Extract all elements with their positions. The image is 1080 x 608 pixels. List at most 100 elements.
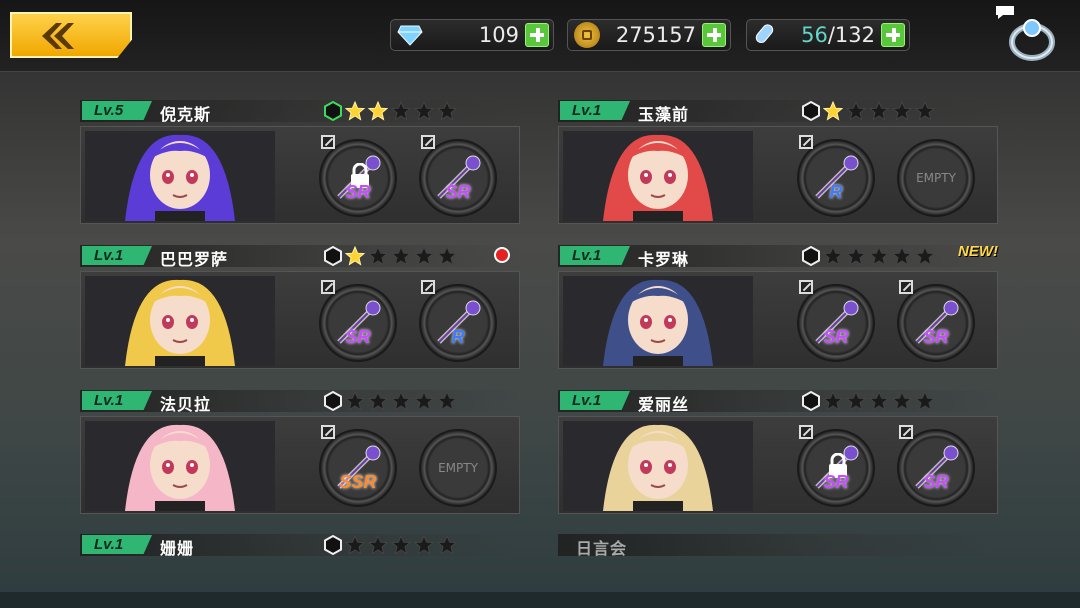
equipment-slot[interactable]: R — [419, 280, 497, 362]
star-icon — [391, 101, 411, 121]
hexagon-icon — [324, 535, 342, 555]
character-card[interactable]: Lv.1 玉藻前 R EMPTY — [558, 100, 998, 224]
star-icon — [345, 535, 365, 555]
level-badge: Lv.5 — [82, 101, 152, 120]
hexagon-icon — [324, 101, 342, 121]
character-card[interactable]: Lv.1 姗姗 — [80, 534, 520, 556]
rarity-label: SR — [923, 327, 949, 347]
star-icon — [437, 535, 457, 555]
star-icon — [414, 391, 434, 411]
character-portrait[interactable] — [85, 276, 275, 366]
character-portrait[interactable] — [563, 131, 753, 221]
notification-dot — [494, 247, 510, 263]
rarity-label: SR — [445, 182, 471, 202]
hexagon-icon — [802, 391, 820, 411]
card-header: Lv.1 巴巴罗萨 — [80, 245, 520, 269]
card-body: SR SR — [558, 271, 998, 369]
empty-label: EMPTY — [916, 171, 956, 185]
card-header: Lv.1 卡罗琳 — [558, 245, 998, 269]
ring-button[interactable] — [996, 6, 1060, 64]
star-icon — [368, 535, 388, 555]
level-badge: Lv.1 — [560, 101, 630, 120]
star-icon — [391, 246, 411, 266]
equipment-slot[interactable]: SR — [419, 135, 497, 217]
character-portrait[interactable] — [563, 276, 753, 366]
character-card[interactable]: Lv.1 卡罗琳 NEW! SR SR — [558, 243, 998, 369]
star-icon — [823, 246, 843, 266]
back-arrow-icon — [42, 23, 74, 49]
level-badge: Lv.1 — [82, 391, 152, 410]
star-icon — [437, 391, 457, 411]
rarity-label: SR — [345, 182, 371, 202]
weapon-icon — [915, 300, 959, 344]
character-card[interactable]: Lv.1 爱丽丝 SR SR — [558, 390, 998, 514]
equipment-slot[interactable]: SR — [897, 425, 975, 507]
star-icon — [915, 246, 935, 266]
gem-value: 109 — [478, 23, 519, 47]
star-rating — [324, 245, 457, 267]
character-card[interactable]: Lv.1 巴巴罗萨 SR R — [80, 245, 520, 369]
rarity-label: R — [451, 327, 465, 347]
gem-icon — [397, 22, 423, 48]
add-energy-button[interactable] — [881, 23, 905, 47]
star-icon — [414, 535, 434, 555]
star-icon — [437, 101, 457, 121]
equipment-slot[interactable]: SR — [319, 280, 397, 362]
weapon-icon — [815, 300, 859, 344]
character-name: 卡罗琳 — [638, 250, 690, 269]
energy-counter: 56/132 — [746, 19, 910, 51]
equipment-slot[interactable]: SR — [797, 425, 875, 507]
add-gems-button[interactable] — [525, 23, 549, 47]
star-icon — [892, 391, 912, 411]
star-icon — [846, 391, 866, 411]
star-icon — [437, 246, 457, 266]
empty-equipment-slot[interactable]: EMPTY — [419, 429, 497, 507]
energy-value: 56/132 — [801, 23, 875, 47]
star-icon — [368, 246, 388, 266]
character-name: 巴巴罗萨 — [160, 250, 229, 269]
character-card[interactable]: 日言会 — [558, 534, 998, 556]
star-icon — [915, 101, 935, 121]
character-list: Lv.5 倪克斯 SR SR Lv.1 玉藻前 R EMPTY Lv.1 巴巴罗… — [0, 72, 1080, 592]
character-name: 日言会 — [576, 539, 628, 556]
card-header: Lv.1 法贝拉 — [80, 390, 520, 414]
card-header: Lv.1 姗姗 — [80, 534, 520, 556]
character-name: 爱丽丝 — [638, 395, 690, 414]
character-portrait[interactable] — [85, 421, 275, 511]
star-icon — [869, 101, 889, 121]
energy-capsule-icon — [753, 22, 779, 48]
star-icon — [823, 101, 843, 121]
level-badge: Lv.1 — [82, 535, 152, 554]
weapon-icon — [915, 445, 959, 489]
character-portrait[interactable] — [85, 131, 275, 221]
card-header: Lv.1 爱丽丝 — [558, 390, 998, 414]
rarity-label: SR — [823, 472, 849, 492]
star-icon — [869, 246, 889, 266]
star-icon — [846, 101, 866, 121]
equipment-slot[interactable]: R — [797, 135, 875, 217]
weapon-icon — [337, 300, 381, 344]
card-header: Lv.1 玉藻前 — [558, 100, 998, 124]
hexagon-icon — [324, 246, 342, 266]
speech-bubble-icon — [996, 6, 1014, 19]
star-rating — [802, 100, 935, 122]
star-icon — [414, 246, 434, 266]
rarity-label: SSR — [339, 472, 377, 492]
equipment-slot[interactable]: SR — [319, 135, 397, 217]
rarity-label: SR — [823, 327, 849, 347]
character-card[interactable]: Lv.1 法贝拉 SSR EMPTY — [80, 390, 520, 514]
equipment-slot[interactable]: SR — [897, 280, 975, 362]
star-icon — [391, 535, 411, 555]
character-card[interactable]: Lv.5 倪克斯 SR SR — [80, 100, 520, 224]
add-gold-button[interactable] — [702, 23, 726, 47]
star-icon — [368, 391, 388, 411]
empty-equipment-slot[interactable]: EMPTY — [897, 139, 975, 217]
hexagon-icon — [802, 246, 820, 266]
back-button[interactable] — [10, 12, 132, 58]
character-portrait[interactable] — [563, 421, 753, 511]
equipment-slot[interactable]: SSR — [319, 425, 397, 507]
equipment-slot[interactable]: SR — [797, 280, 875, 362]
gem-counter: 109 — [390, 19, 554, 51]
star-icon — [368, 101, 388, 121]
card-body: SSR EMPTY — [80, 416, 520, 514]
